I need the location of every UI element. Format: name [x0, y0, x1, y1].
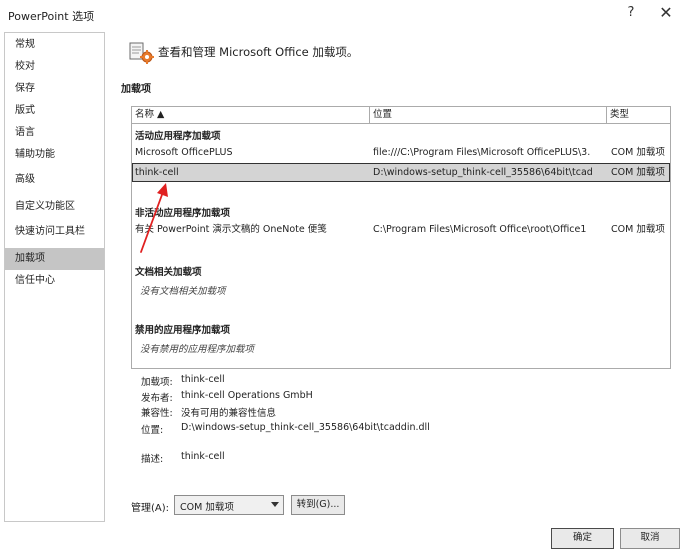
table-row[interactable]: Microsoft OfficePLUS file:///C:\Program … — [132, 144, 670, 163]
sidebar: 常规 校对 保存 版式 语言 辅助功能 高级 自定义功能区 快速访问工具栏 加载… — [4, 32, 105, 522]
addin-type: COM 加载项 — [611, 147, 665, 158]
grid-header: 名称 ▲ 位置 类型 — [132, 107, 670, 124]
column-header-location[interactable]: 位置 — [370, 107, 607, 123]
help-icon[interactable]: ? — [624, 5, 638, 23]
addin-type: COM 加载项 — [611, 167, 665, 178]
sidebar-item-quick-access-toolbar[interactable]: 快速访问工具栏 — [5, 221, 104, 243]
detail-location-value: D:\windows-setup_think-cell_35586\64bit\… — [181, 422, 430, 433]
addin-location: D:\windows-setup_think-cell_35586\64bit\… — [373, 167, 593, 178]
detail-addin-value: think-cell — [181, 374, 225, 385]
document-addins-empty: 没有文档相关加载项 — [140, 286, 226, 297]
detail-addin-label: 加载项: — [141, 377, 173, 388]
group-active-addins: 活动应用程序加载项 — [135, 131, 221, 142]
sidebar-item-proofing[interactable]: 校对 — [5, 56, 104, 78]
sidebar-item-language[interactable]: 语言 — [5, 122, 104, 144]
chevron-down-icon — [271, 502, 279, 507]
title-bar: PowerPoint 选项 ? ✕ — [0, 0, 680, 30]
manage-select[interactable]: COM 加载项 — [174, 495, 284, 515]
addins-section-label: 加载项 — [121, 84, 151, 95]
sidebar-item-addins[interactable]: 加载项 — [5, 248, 104, 270]
manage-select-value: COM 加载项 — [180, 502, 234, 513]
sidebar-item-general[interactable]: 常规 — [5, 34, 104, 56]
sidebar-item-customize-ribbon[interactable]: 自定义功能区 — [5, 196, 104, 218]
sidebar-item-layout[interactable]: 版式 — [5, 100, 104, 122]
window-title: PowerPoint 选项 — [8, 10, 95, 23]
cancel-button[interactable]: 取消 — [620, 528, 680, 549]
addin-type: COM 加载项 — [611, 224, 665, 235]
addin-name: 有关 PowerPoint 演示文稿的 OneNote 便笺 — [135, 224, 327, 235]
table-row[interactable]: 有关 PowerPoint 演示文稿的 OneNote 便笺 C:\Progra… — [132, 221, 670, 240]
group-disabled-addins: 禁用的应用程序加载项 — [135, 325, 231, 336]
addin-location: C:\Program Files\Microsoft Office\root\O… — [373, 224, 587, 235]
addin-name: Microsoft OfficePLUS — [135, 147, 233, 158]
ok-button[interactable]: 确定 — [551, 528, 614, 549]
addin-name: think-cell — [135, 167, 179, 178]
detail-compat-label: 兼容性: — [141, 408, 173, 419]
sidebar-item-save[interactable]: 保存 — [5, 78, 104, 100]
detail-desc-label: 描述: — [141, 454, 164, 465]
group-document-addins: 文档相关加载项 — [135, 267, 202, 278]
column-header-type[interactable]: 类型 — [607, 107, 670, 123]
sidebar-item-accessibility[interactable]: 辅助功能 — [5, 144, 104, 166]
sidebar-item-advanced[interactable]: 高级 — [5, 169, 104, 191]
manage-label: 管理(A): — [131, 503, 170, 514]
addin-gear-icon — [129, 42, 154, 64]
detail-publisher-value: think-cell Operations GmbH — [181, 390, 313, 401]
addins-grid: 名称 ▲ 位置 类型 活动应用程序加载项 Microsoft OfficePLU… — [131, 106, 671, 369]
go-button[interactable]: 转到(G)... — [291, 495, 345, 515]
column-header-name[interactable]: 名称 ▲ — [132, 107, 370, 123]
addin-location: file:///C:\Program Files\Microsoft Offic… — [373, 147, 591, 158]
sidebar-item-trust-center[interactable]: 信任中心 — [5, 270, 104, 292]
close-icon[interactable]: ✕ — [657, 3, 675, 23]
page-heading: 查看和管理 Microsoft Office 加载项。 — [158, 45, 359, 59]
group-inactive-addins: 非活动应用程序加载项 — [135, 208, 231, 219]
detail-desc-value: think-cell — [181, 451, 225, 462]
detail-location-label: 位置: — [141, 425, 164, 436]
detail-compat-value: 没有可用的兼容性信息 — [181, 408, 277, 419]
detail-publisher-label: 发布者: — [141, 393, 173, 404]
table-row-selected[interactable]: think-cell D:\windows-setup_think-cell_3… — [132, 163, 670, 182]
disabled-addins-empty: 没有禁用的应用程序加载项 — [140, 344, 255, 355]
